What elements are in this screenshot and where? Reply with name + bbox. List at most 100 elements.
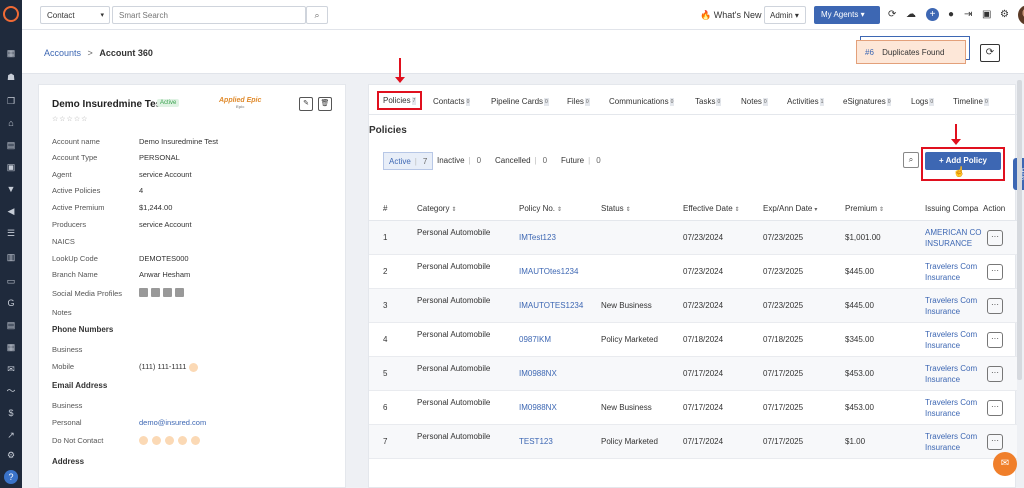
tab-logs[interactable]: Logs 0 xyxy=(911,97,935,106)
search-icon[interactable]: ⌕ xyxy=(306,6,328,24)
sms-block-icon[interactable] xyxy=(152,435,161,445)
dollar-icon[interactable]: $ xyxy=(6,408,16,418)
mail-icon[interactable]: ✉ xyxy=(6,364,16,374)
column-header-status[interactable]: Status ⇕ xyxy=(601,204,631,213)
row-action-button[interactable]: ··· xyxy=(987,332,1003,348)
filter-active[interactable]: Active | 7 xyxy=(383,152,434,170)
settings-icon[interactable]: ⚙ xyxy=(6,450,16,460)
column-header-premium[interactable]: Premium ⇕ xyxy=(845,204,884,213)
row-action-button[interactable]: ··· xyxy=(987,230,1003,246)
row-policy-no[interactable]: IMAUTOTES1234 xyxy=(519,301,583,310)
mail-block-icon[interactable] xyxy=(191,435,200,445)
row-issuing-company[interactable]: Travelers Com Insurance xyxy=(925,329,983,351)
row-policy-no[interactable]: 0987IKM xyxy=(519,335,551,344)
column-header-policy-no[interactable]: Policy No. ⇕ xyxy=(519,204,562,213)
search-scope-select[interactable]: Contact ▾ xyxy=(40,6,110,24)
delete-button[interactable]: 🗑 xyxy=(318,97,332,111)
logout-icon[interactable]: ⇥ xyxy=(964,9,972,21)
bank-icon[interactable]: ⌂ xyxy=(6,118,16,128)
row-action-button[interactable]: ··· xyxy=(987,400,1003,416)
row-policy-no[interactable]: IM0988NX xyxy=(519,369,557,378)
row-policy-no[interactable]: IM0988NX xyxy=(519,403,557,412)
settings-gear-icon[interactable]: ⚙ xyxy=(1000,9,1009,21)
tab-contacts[interactable]: Contacts 0 xyxy=(433,97,471,106)
chart-icon[interactable]: ▥ xyxy=(6,252,16,262)
trend-icon[interactable]: 〜 xyxy=(6,386,16,396)
row-issuing-company[interactable]: Travelers Com Insurance xyxy=(925,295,983,317)
refresh-button[interactable]: ⟳ xyxy=(980,44,1000,62)
page-scrollbar[interactable] xyxy=(1017,80,1022,380)
facebook-icon[interactable] xyxy=(151,288,160,297)
edit-button[interactable]: ✎ xyxy=(299,97,313,111)
sms-icon[interactable] xyxy=(188,362,198,372)
tab-communications[interactable]: Communications 0 xyxy=(609,97,675,106)
tab-tasks[interactable]: Tasks 0 xyxy=(695,97,722,106)
help-icon[interactable]: ? xyxy=(4,470,18,484)
rating-stars[interactable]: ☆☆☆☆☆ xyxy=(52,115,88,123)
table-row[interactable]: 5 Personal Automobile IM0988NX 07/17/202… xyxy=(369,357,1017,391)
users-icon[interactable]: ☗ xyxy=(6,72,16,82)
tab-esignatures[interactable]: eSignatures 0 xyxy=(843,97,892,106)
table-row[interactable]: 6 Personal Automobile IM0988NX New Busin… xyxy=(369,391,1017,425)
row-issuing-company[interactable]: Travelers Com Insurance xyxy=(925,363,983,385)
megaphone-icon[interactable]: ◀ xyxy=(6,206,16,216)
column-header-category[interactable]: Category ⇕ xyxy=(417,204,457,213)
tab-notes[interactable]: Notes 0 xyxy=(741,97,768,106)
document-icon[interactable]: ▤ xyxy=(6,140,16,150)
role-select[interactable]: Admin ▾ xyxy=(764,6,806,24)
row-action-button[interactable]: ··· xyxy=(987,366,1003,382)
table-row[interactable]: 2 Personal Automobile IMAUTOtes1234 07/2… xyxy=(369,255,1017,289)
dashboard-icon[interactable]: ▦ xyxy=(6,48,16,58)
google-icon[interactable]: G xyxy=(6,298,16,308)
phone-block-icon[interactable] xyxy=(165,435,174,445)
tab-pipeline-cards[interactable]: Pipeline Cards 0 xyxy=(491,97,549,106)
folder-icon[interactable]: ▭ xyxy=(6,276,16,286)
personal-email-value[interactable]: demo@insured.com xyxy=(139,418,206,427)
sun-block-icon[interactable] xyxy=(178,435,187,445)
app-logo-icon[interactable] xyxy=(3,6,19,22)
tab-activities[interactable]: Activities 1 xyxy=(787,97,825,106)
row-policy-no[interactable]: IMTest123 xyxy=(519,233,556,242)
pages-icon[interactable]: ❐ xyxy=(6,96,16,106)
plus-icon[interactable]: + xyxy=(926,8,939,21)
table-row[interactable]: 7 Personal Automobile TEST123 Policy Mar… xyxy=(369,425,1017,459)
linkedin-icon[interactable] xyxy=(139,288,148,297)
filter-cancelled[interactable]: Cancelled | 0 xyxy=(495,152,547,170)
chat-icon[interactable]: ✉ xyxy=(993,452,1017,476)
tab-timeline[interactable]: Timeline 0 xyxy=(953,97,989,106)
row-action-button[interactable]: ··· xyxy=(987,434,1003,450)
smart-search-input[interactable] xyxy=(112,6,306,24)
row-action-button[interactable]: ··· xyxy=(987,298,1003,314)
calendar-icon[interactable]: ▦ xyxy=(6,342,16,352)
row-policy-no[interactable]: TEST123 xyxy=(519,437,553,446)
filter-inactive[interactable]: Inactive | 0 xyxy=(437,152,481,170)
column-header-issuing-company[interactable]: Issuing Compa xyxy=(925,204,978,213)
row-issuing-company[interactable]: AMERICAN CO INSURANCE CO xyxy=(925,227,983,249)
analytics-icon[interactable]: ↗ xyxy=(6,430,16,440)
twitter-icon[interactable] xyxy=(163,288,172,297)
cloud-icon[interactable]: ☁ xyxy=(906,9,916,21)
row-action-button[interactable]: ··· xyxy=(987,264,1003,280)
table-search-icon[interactable]: ⌕ xyxy=(903,152,919,168)
table-row[interactable]: 3 Personal Automobile IMAUTOTES1234 New … xyxy=(369,289,1017,323)
refresh-icon[interactable]: ⟳ xyxy=(888,9,896,21)
breadcrumb-accounts-link[interactable]: Accounts xyxy=(44,48,81,58)
bell-icon[interactable]: ● xyxy=(948,9,954,21)
column-header-effective-date[interactable]: Effective Date ⇕ xyxy=(683,204,740,213)
notes-icon[interactable]: ▤ xyxy=(6,320,16,330)
duplicates-found-badge[interactable]: #6 Duplicates Found xyxy=(856,40,966,64)
filter-future[interactable]: Future | 0 xyxy=(561,152,601,170)
globe-icon[interactable] xyxy=(175,288,184,297)
list-icon[interactable]: ☰ xyxy=(6,228,16,238)
my-agents-button[interactable]: My Agents ▾ xyxy=(814,6,880,24)
tab-files[interactable]: Files 0 xyxy=(567,97,590,106)
tab-policies[interactable]: Policies 7 xyxy=(377,91,423,110)
user-avatar[interactable] xyxy=(1018,5,1024,25)
row-issuing-company[interactable]: Travelers Com Insurance xyxy=(925,397,983,419)
email-block-icon[interactable] xyxy=(139,435,148,445)
contacts-icon[interactable]: ▣ xyxy=(6,162,16,172)
table-row[interactable]: 1 Personal Automobile IMTest123 07/23/20… xyxy=(369,221,1017,255)
filter-icon[interactable]: ▼ xyxy=(6,184,16,194)
whats-new-link[interactable]: 🔥 What's New xyxy=(700,10,761,21)
row-issuing-company[interactable]: Travelers Com Insurance xyxy=(925,261,983,283)
